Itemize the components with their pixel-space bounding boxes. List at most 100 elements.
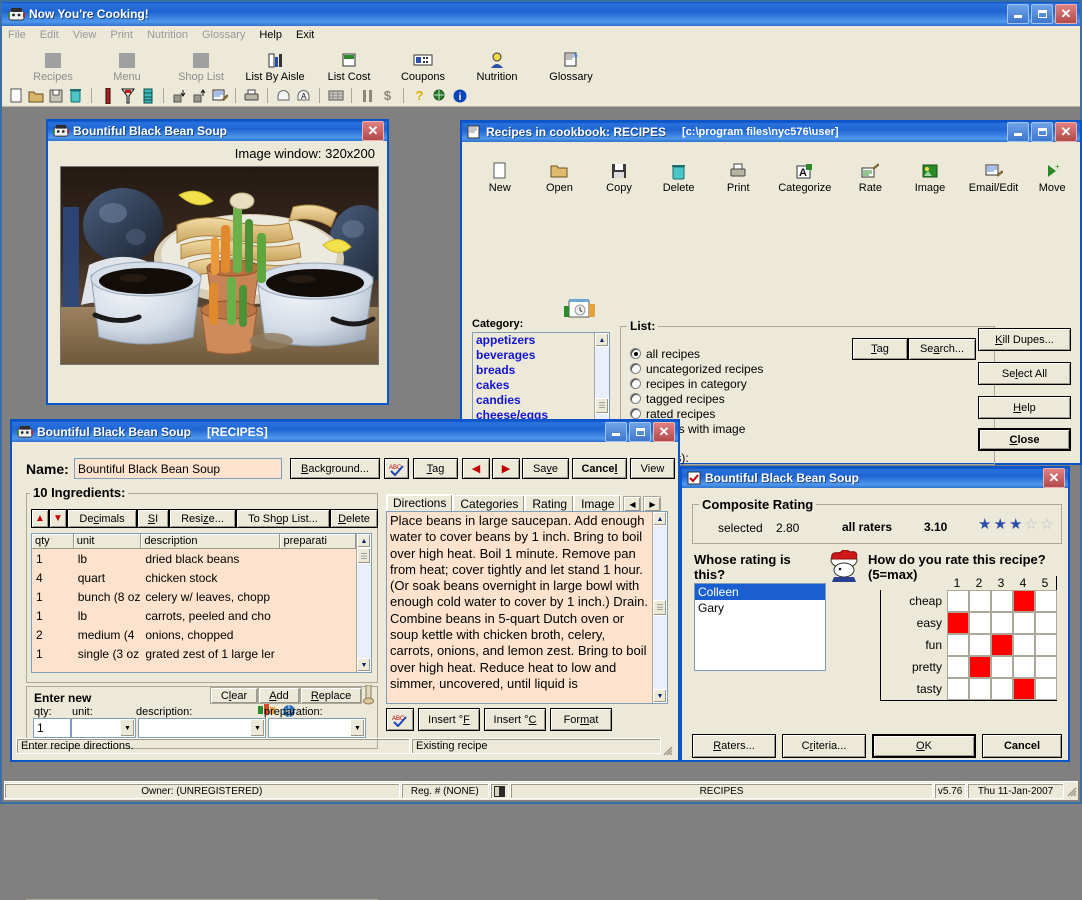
rating-cell[interactable]	[947, 590, 969, 612]
toolbar-menu-button[interactable]: Menu	[90, 49, 164, 85]
edit-list-icon[interactable]	[211, 87, 228, 104]
rating-matrix[interactable]: 1 2 3 4 5 cheap easy	[880, 576, 1057, 701]
translate-icon[interactable]: A	[295, 87, 312, 104]
rating-cell-selected[interactable]	[1013, 590, 1035, 612]
tab-image[interactable]: Image	[574, 495, 621, 512]
to-shop-list-button[interactable]: To Shop List...	[236, 509, 330, 528]
search-button[interactable]: Search...	[908, 338, 976, 360]
rater-item[interactable]: Gary	[695, 600, 825, 616]
recipe-minimize-button[interactable]	[605, 422, 627, 442]
criteria-row[interactable]: cheap	[881, 590, 1057, 612]
web-icon[interactable]	[431, 87, 448, 104]
scroll-track[interactable]	[357, 564, 371, 658]
menu-item-help[interactable]: Help	[259, 29, 282, 41]
cookbook-copy-button[interactable]: Copy	[589, 160, 649, 196]
add-button[interactable]: Add	[258, 687, 300, 704]
scroll-thumb[interactable]: ☰	[595, 398, 609, 414]
insert-f-button[interactable]: Insert °F	[418, 708, 480, 731]
rating-cancel-button[interactable]: Cancel	[982, 734, 1062, 758]
view-button[interactable]: View	[630, 458, 675, 479]
funnel-icon[interactable]	[119, 87, 136, 104]
menu-item-view[interactable]: View	[73, 29, 97, 41]
category-item[interactable]: cakes	[473, 378, 594, 393]
resize-grip-icon[interactable]	[662, 738, 674, 756]
tab-directions[interactable]: Directions	[386, 494, 453, 512]
category-item[interactable]: candies	[473, 393, 594, 408]
tab-categories[interactable]: Categories	[453, 495, 525, 512]
rating-cell[interactable]	[1013, 612, 1035, 634]
open-icon[interactable]	[27, 87, 44, 104]
menu-item-nutrition[interactable]: Nutrition	[147, 29, 188, 41]
grid-icon[interactable]	[327, 87, 344, 104]
directions-scrollbar[interactable]: ▲ ☰ ▼	[652, 512, 667, 703]
preparation-combo[interactable]: ▼	[268, 718, 366, 738]
background-button[interactable]: Background...	[290, 458, 380, 479]
scroll-up-icon[interactable]: ▲	[653, 512, 667, 526]
scroll-thumb[interactable]: ☰	[653, 600, 667, 616]
radio-uncategorized-recipes[interactable]: uncategorized recipes	[630, 361, 763, 376]
toolbar-shop-list-button[interactable]: Shop List	[164, 49, 238, 85]
radio-icon[interactable]	[630, 393, 641, 404]
rating-cell[interactable]	[947, 678, 969, 700]
radio-tagged-recipes[interactable]: tagged recipes	[630, 391, 763, 406]
tag-button-recipe[interactable]: Tag	[413, 458, 458, 479]
rating-cell-selected[interactable]	[991, 634, 1013, 656]
category-item[interactable]: appetizers	[473, 333, 594, 348]
toolbar-glossary-button[interactable]: Glossary	[534, 49, 608, 85]
menu-item-glossary[interactable]: Glossary	[202, 29, 245, 41]
category-item[interactable]: breads	[473, 363, 594, 378]
print-icon[interactable]	[243, 87, 260, 104]
description-combo[interactable]: ▼	[138, 718, 266, 738]
scroll-down-icon[interactable]: ▼	[653, 689, 667, 703]
insert-c-button[interactable]: Insert °C	[484, 708, 546, 731]
rating-cell[interactable]	[1035, 678, 1057, 700]
radio-all-recipes[interactable]: all recipes	[630, 346, 763, 361]
menubar[interactable]: File Edit View Print Nutrition Glossary …	[2, 26, 1080, 44]
recipe-maximize-button[interactable]	[629, 422, 651, 442]
si-button[interactable]: SI	[137, 509, 169, 528]
cookbook-open-button[interactable]: Open	[530, 160, 590, 196]
rating-cell[interactable]	[991, 656, 1013, 678]
radio-recipes-in-category[interactable]: recipes in category	[630, 376, 763, 391]
clear-button[interactable]: Clear	[210, 687, 258, 704]
menu-item-file[interactable]: File	[8, 29, 26, 41]
criteria-row[interactable]: pretty	[881, 656, 1057, 678]
maximize-button[interactable]	[1031, 4, 1053, 24]
rating-cell[interactable]	[969, 634, 991, 656]
cookbook-new-button[interactable]: New	[470, 160, 530, 196]
ingredients-scrollbar[interactable]: ▲ ☰ ▼	[356, 534, 371, 672]
cookbook-close-button[interactable]: ✕	[1055, 122, 1077, 142]
rating-cell[interactable]	[1013, 656, 1035, 678]
format-button[interactable]: Format	[550, 708, 612, 731]
raters-button[interactable]: Raters...	[692, 734, 776, 758]
criteria-row[interactable]: fun	[881, 634, 1057, 656]
ingredient-row[interactable]: 4 quart chicken stock	[32, 568, 356, 587]
measure-icon[interactable]	[139, 87, 156, 104]
rating-cell[interactable]	[991, 590, 1013, 612]
scroll-track[interactable]	[653, 526, 667, 600]
toolbar-list-by-aisle-button[interactable]: List By Aisle	[238, 49, 312, 85]
radio-icon[interactable]	[630, 408, 641, 419]
cookbook-toolbar[interactable]: New Open Copy Delete Print A Categorize	[464, 144, 1078, 196]
directions-textarea[interactable]: Place beans in large saucepan. Add enoug…	[386, 511, 668, 704]
help-button[interactable]: Help	[978, 396, 1071, 419]
ingredient-row[interactable]: 1 lb dried black beans	[32, 549, 356, 568]
rating-cell[interactable]	[947, 634, 969, 656]
rating-cell[interactable]	[969, 590, 991, 612]
ingredient-row[interactable]: 1 single (3 oz grated zest of 1 large le…	[32, 644, 356, 663]
scroll-down-icon[interactable]: ▼	[357, 658, 371, 672]
cookbook-maximize-button[interactable]	[1031, 122, 1053, 142]
ok-button[interactable]: OK	[872, 734, 976, 758]
save-icon[interactable]	[47, 87, 64, 104]
replace-button[interactable]: Replace	[300, 687, 362, 704]
dollar-icon[interactable]: $	[379, 87, 396, 104]
rating-cell[interactable]	[1035, 590, 1057, 612]
tab-scroll-left-button[interactable]: ◀	[623, 496, 641, 512]
kill-dupes-button[interactable]: Kill Dupes...	[978, 328, 1071, 351]
scroll-up-icon[interactable]: ▲	[357, 534, 371, 548]
rating-cell[interactable]	[991, 612, 1013, 634]
toolbar-recipes-button[interactable]: Recipes	[16, 49, 90, 85]
scroll-up-icon[interactable]: ▲	[595, 333, 609, 347]
rating-cell[interactable]	[1035, 612, 1057, 634]
new-icon[interactable]	[7, 87, 24, 104]
